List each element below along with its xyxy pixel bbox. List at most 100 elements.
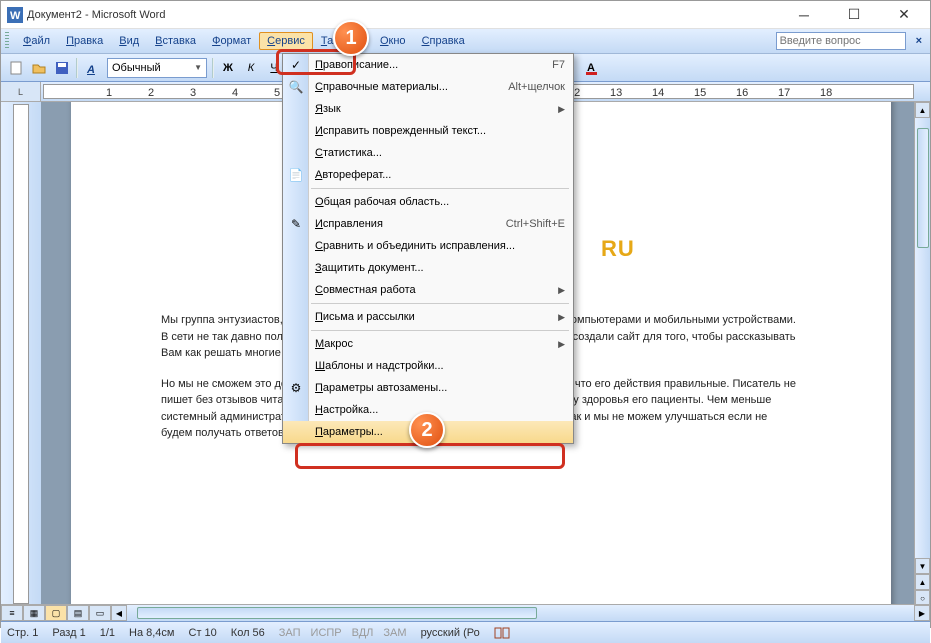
- pen-icon: ✎: [287, 215, 305, 233]
- menu-окно[interactable]: Окно: [372, 32, 414, 50]
- bold-button[interactable]: Ж: [217, 57, 239, 79]
- menu-item[interactable]: Исправить поврежденный текст...: [283, 120, 573, 142]
- horizontal-scrollbar[interactable]: ◀ ▶: [111, 605, 930, 621]
- menu-item-label: Исправить поврежденный текст...: [315, 125, 565, 137]
- scroll-thumb-h[interactable]: [137, 607, 537, 619]
- scroll-down-icon[interactable]: ▼: [915, 558, 930, 574]
- new-doc-button[interactable]: [5, 57, 27, 79]
- menu-item-label: Исправления: [315, 218, 496, 230]
- minimize-button[interactable]: ─: [788, 3, 820, 27]
- status-flag[interactable]: ЗАМ: [383, 627, 406, 639]
- check-icon: ✓: [287, 56, 305, 74]
- status-bar: Стр. 1 Разд 1 1/1 На 8,4см Ст 10 Кол 56 …: [1, 621, 930, 643]
- save-button[interactable]: [51, 57, 73, 79]
- status-page: Стр. 1: [7, 627, 38, 639]
- close-button[interactable]: ✕: [888, 3, 920, 27]
- view-print-button[interactable]: ▢: [45, 605, 67, 621]
- status-flag[interactable]: ЗАП: [279, 627, 301, 639]
- menu-item-label: Письма и рассылки: [315, 311, 558, 323]
- menu-item[interactable]: ⚙ Параметры автозамены...: [283, 377, 573, 399]
- view-normal-button[interactable]: ≡: [1, 605, 23, 621]
- scroll-left-icon[interactable]: ◀: [111, 605, 127, 621]
- menu-item[interactable]: ✎ Исправления Ctrl+Shift+E: [283, 213, 573, 235]
- font-color-button[interactable]: A: [581, 57, 603, 79]
- menu-item-label: Шаблоны и надстройки...: [315, 360, 565, 372]
- status-position: На 8,4см: [129, 627, 174, 639]
- scroll-up-icon[interactable]: ▲: [915, 102, 930, 118]
- status-line: Ст 10: [189, 627, 217, 639]
- submenu-arrow-icon: ▶: [558, 285, 565, 296]
- toolbar-grip-icon[interactable]: [5, 32, 9, 50]
- browse-object-icon[interactable]: ○: [915, 590, 930, 604]
- menu-bar: ФайлПравкаВидВставкаФорматСервисТаблицаО…: [1, 29, 930, 54]
- browse-prev-icon[interactable]: ▲: [915, 574, 930, 590]
- menu-item[interactable]: Письма и рассылки▶: [283, 306, 573, 328]
- opt-icon: ⚙: [287, 379, 305, 397]
- menu-сервис[interactable]: Сервис: [259, 32, 313, 50]
- help-search-input[interactable]: [776, 32, 906, 50]
- submenu-arrow-icon: ▶: [558, 339, 565, 350]
- menu-item[interactable]: Общая рабочая область...: [283, 191, 573, 213]
- menu-item-label: Сравнить и объединить исправления...: [315, 240, 565, 252]
- app-icon: W: [7, 7, 23, 23]
- annotation-badge-2: 2: [409, 412, 445, 448]
- svg-text:A: A: [86, 64, 95, 75]
- open-button[interactable]: [28, 57, 50, 79]
- menu-вид[interactable]: Вид: [111, 32, 147, 50]
- status-book-icon[interactable]: [494, 627, 510, 639]
- menu-item[interactable]: 🔍Справочные материалы...Alt+щелчок: [283, 76, 573, 98]
- view-outline-button[interactable]: ▤: [67, 605, 89, 621]
- menu-item[interactable]: Сравнить и объединить исправления...: [283, 235, 573, 257]
- menu-item-label: Параметры автозамены...: [315, 382, 565, 394]
- format-button[interactable]: A: [82, 57, 104, 79]
- menu-item[interactable]: 📄Автореферат...: [283, 164, 573, 186]
- view-web-button[interactable]: ▦: [23, 605, 45, 621]
- menu-item-label: Автореферат...: [315, 169, 565, 181]
- italic-button[interactable]: К: [240, 57, 262, 79]
- title-bar: W Документ2 - Microsoft Word ─ ☐ ✕: [1, 1, 930, 29]
- menu-item-label: Правописание...: [315, 59, 542, 71]
- logo-fragment: RU: [601, 232, 635, 265]
- menu-item[interactable]: Макрос▶: [283, 333, 573, 355]
- toolbar-close-icon[interactable]: ×: [912, 35, 926, 47]
- menu-item[interactable]: Защитить документ...: [283, 257, 573, 279]
- service-menu-dropdown: ✓ Правописание... F7 🔍 Справочные материалы.…: [282, 53, 574, 444]
- menu-item-label: Общая рабочая область...: [315, 196, 565, 208]
- menu-item[interactable]: Шаблоны и надстройки...: [283, 355, 573, 377]
- vertical-scrollbar[interactable]: ▲ ▼ ▲ ○ ▼: [914, 102, 930, 604]
- menu-item-label: Справочные материалы...: [315, 81, 498, 93]
- menu-item-label: Совместная работа: [315, 284, 558, 296]
- menu-item[interactable]: Язык▶: [283, 98, 573, 120]
- menu-формат[interactable]: Формат: [204, 32, 259, 50]
- submenu-arrow-icon: ▶: [558, 104, 565, 115]
- menu-shortcut: F7: [552, 59, 565, 71]
- menu-shortcut: Ctrl+Shift+E: [506, 218, 565, 230]
- submenu-arrow-icon: ▶: [558, 312, 565, 323]
- ruler-vertical: [1, 102, 41, 604]
- book-icon: 🔍: [287, 78, 305, 96]
- ruler-corner[interactable]: L: [1, 82, 41, 101]
- status-flag[interactable]: ИСПР: [311, 627, 342, 639]
- scroll-thumb[interactable]: [917, 128, 929, 248]
- style-selector[interactable]: Обычный ▼: [107, 58, 207, 78]
- svg-text:W: W: [10, 10, 21, 22]
- status-column: Кол 56: [231, 627, 265, 639]
- menu-файл[interactable]: Файл: [15, 32, 58, 50]
- menu-item-label: Настройка...: [315, 404, 565, 416]
- menu-вставка[interactable]: Вставка: [147, 32, 204, 50]
- chevron-down-icon: ▼: [194, 63, 202, 72]
- menu-item[interactable]: Статистика...: [283, 142, 573, 164]
- view-reading-button[interactable]: ▭: [89, 605, 111, 621]
- ruler-v-scale[interactable]: [13, 104, 29, 604]
- maximize-button[interactable]: ☐: [838, 3, 870, 27]
- annotation-badge-1: 1: [333, 20, 369, 56]
- menu-item[interactable]: Совместная работа▶: [283, 279, 573, 301]
- menu-item-label: Статистика...: [315, 147, 565, 159]
- menu-правка[interactable]: Правка: [58, 32, 111, 50]
- scroll-right-icon[interactable]: ▶: [914, 605, 930, 621]
- status-section: Разд 1: [52, 627, 85, 639]
- menu-item[interactable]: ✓ Правописание... F7: [283, 54, 573, 76]
- menu-справка[interactable]: Справка: [414, 32, 473, 50]
- window-title: Документ2 - Microsoft Word: [27, 9, 788, 21]
- status-flag[interactable]: ВДЛ: [352, 627, 374, 639]
